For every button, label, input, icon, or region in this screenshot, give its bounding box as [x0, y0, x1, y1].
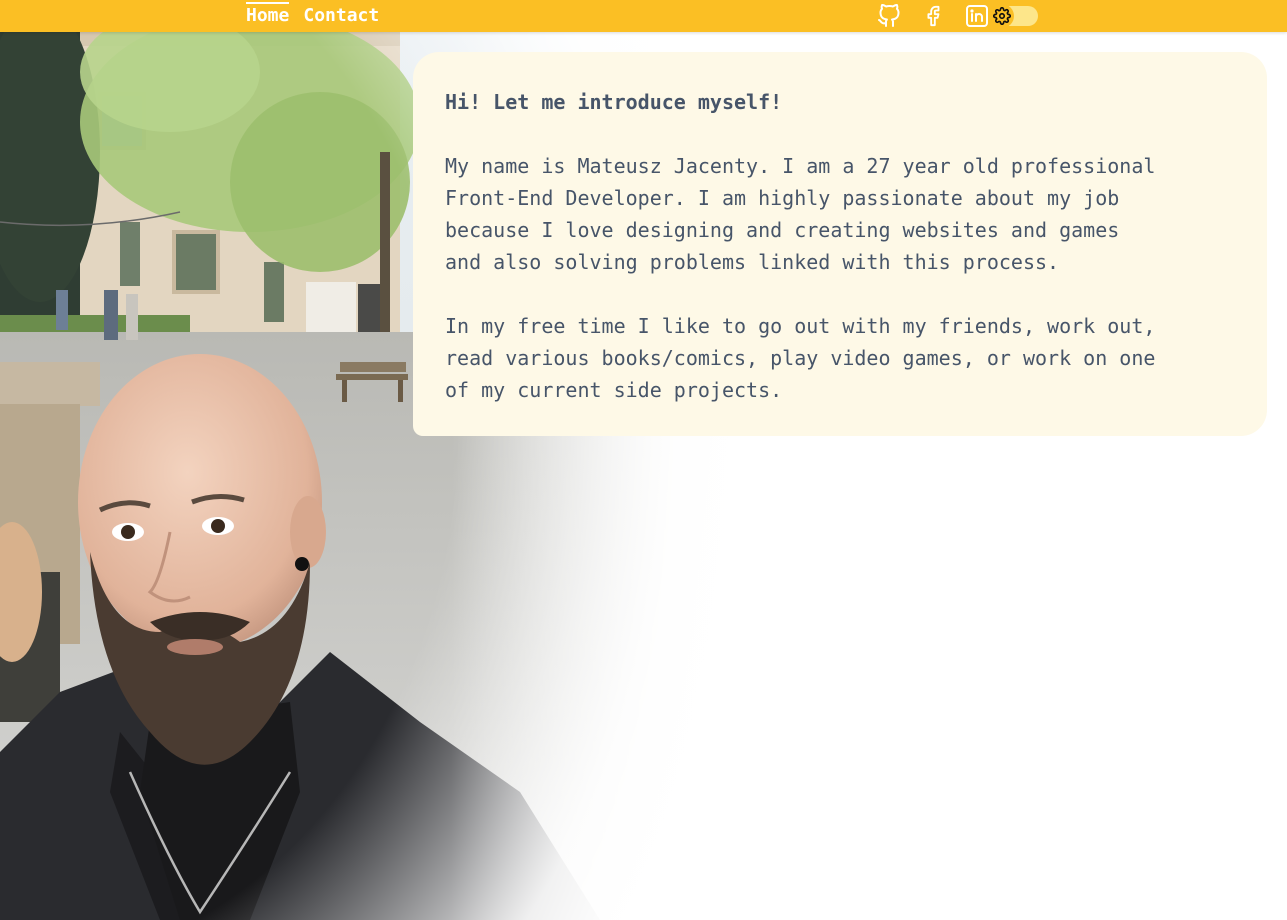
- nav-contact-link[interactable]: Contact: [303, 0, 379, 32]
- facebook-icon[interactable]: [920, 3, 946, 29]
- theme-toggle[interactable]: [990, 4, 1038, 28]
- bio-title: Hi! Let me introduce myself!: [445, 90, 783, 114]
- bio-paragraph-1: My name is Mateusz Jacenty. I am a 27 ye…: [445, 154, 1156, 274]
- top-navbar: Home Contact: [0, 0, 1287, 32]
- main-nav: Home Contact: [246, 0, 379, 32]
- gear-icon: [990, 4, 1014, 28]
- bio-card: Hi! Let me introduce myself! My name is …: [413, 52, 1267, 436]
- linkedin-icon[interactable]: [964, 3, 990, 29]
- bio-paragraph-2: In my free time I like to go out with my…: [445, 314, 1156, 402]
- github-icon[interactable]: [876, 3, 902, 29]
- social-links: [876, 3, 1038, 29]
- nav-home-link[interactable]: Home: [246, 0, 290, 32]
